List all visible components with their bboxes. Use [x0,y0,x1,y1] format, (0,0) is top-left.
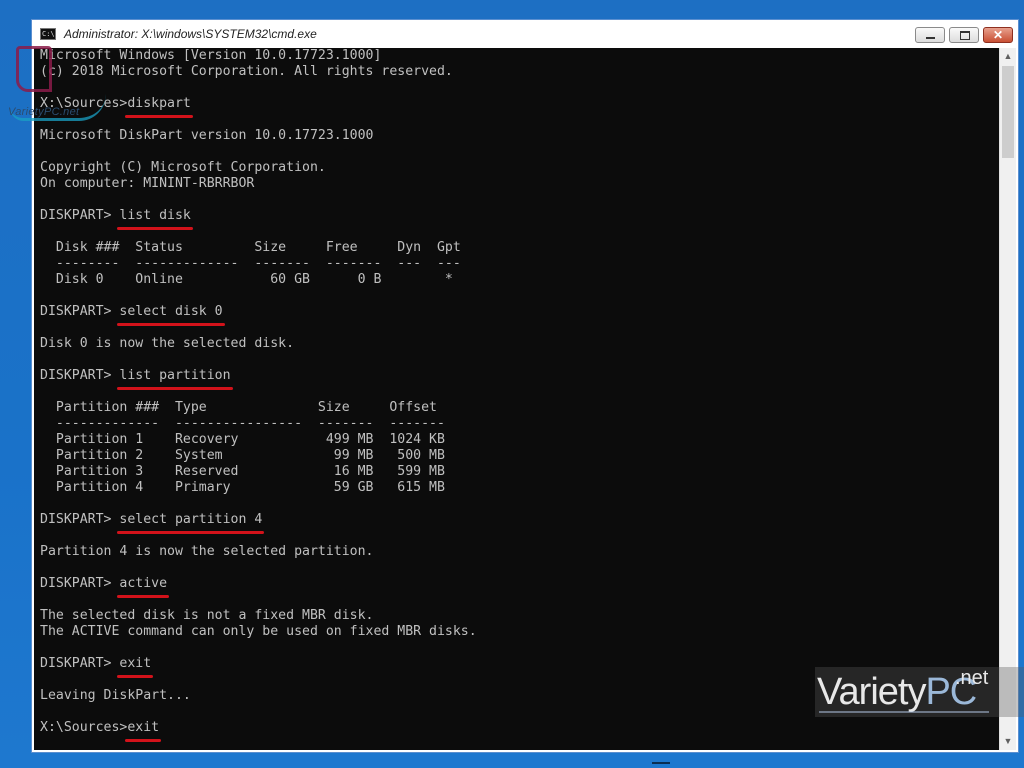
output-line: Partition 4 is now the selected partitio… [40,544,374,559]
output-line: Partition 2 System 99 MB 500 MB [40,448,445,463]
prompt-text: DISKPART> [40,512,120,527]
close-icon: ✕ [992,28,1004,42]
command-line: DISKPART> select disk 0 [40,304,477,326]
taskbar-hint [652,762,670,764]
maximize-icon [950,28,978,42]
prompt-text: DISKPART> [40,576,120,591]
terminal-output: Microsoft Windows [Version 10.0.17723.10… [40,48,477,742]
watermark-logo-bottom: VarietyPC .net [815,667,995,717]
output-line: ------------- ---------------- ------- -… [40,416,445,431]
prompt-text: DISKPART> [40,656,120,671]
output-line: Partition 3 Reserved 16 MB 599 MB [40,464,445,479]
prompt-text: X:\Sources> [40,720,128,735]
vertical-scrollbar[interactable]: ▲ ▼ [999,48,1016,750]
scroll-thumb[interactable] [1002,66,1014,158]
title-bar[interactable]: C:\ Administrator: X:\windows\SYSTEM32\c… [32,20,1018,48]
output-line: Copyright (C) Microsoft Corporation. [40,160,326,175]
command-line: DISKPART> select partition 4 [40,512,477,534]
prompt-text: DISKPART> [40,208,120,223]
highlighted-command: select partition 4 [117,512,265,534]
output-line: Disk 0 is now the selected disk. [40,336,295,351]
scroll-up-icon[interactable]: ▲ [1000,48,1016,65]
window-title: Administrator: X:\windows\SYSTEM32\cmd.e… [64,27,317,41]
minimize-icon [916,28,944,42]
output-line: Partition 1 Recovery 499 MB 1024 KB [40,432,445,447]
output-line: On computer: MININT-RBRRBOR [40,176,255,191]
watermark-net: .net [955,667,989,689]
output-line: Partition 4 Primary 59 GB 615 MB [40,480,445,495]
output-line: Disk 0 Online 60 GB 0 B * [40,272,453,287]
cmd-window[interactable]: C:\ Administrator: X:\windows\SYSTEM32\c… [31,19,1019,753]
watermark-frame-icon [16,46,52,92]
highlighted-command: diskpart [125,96,193,118]
cmd-icon[interactable]: C:\ [40,28,56,40]
output-line: Partition ### Type Size Offset [40,400,437,415]
prompt-text: DISKPART> [40,304,120,319]
output-line: The ACTIVE command can only be used on f… [40,624,477,639]
output-line: -------- ------------- ------- ------- -… [40,256,461,271]
command-line: DISKPART> exit [40,656,477,678]
command-line: DISKPART> active [40,576,477,598]
maximize-button[interactable] [949,27,979,43]
watermark-top-text: VarietyPC.net [8,106,80,118]
watermark-underline [819,711,989,713]
watermark-stripe [995,667,1024,717]
output-line: Disk ### Status Size Free Dyn Gpt [40,240,461,255]
highlighted-command: exit [125,720,161,742]
prompt-text: DISKPART> [40,368,120,383]
scroll-down-icon[interactable]: ▼ [1000,733,1016,750]
command-line: X:\Sources>exit [40,720,477,742]
highlighted-command: exit [117,656,153,678]
close-button[interactable]: ✕ [983,27,1013,43]
console-area[interactable]: Microsoft Windows [Version 10.0.17723.10… [34,48,1000,750]
output-line: The selected disk is not a fixed MBR dis… [40,608,374,623]
command-line: DISKPART> list disk [40,208,477,230]
highlighted-command: list partition [117,368,233,390]
minimize-button[interactable] [915,27,945,43]
watermark-logo-top: VarietyPC.net [8,46,108,132]
highlighted-command: select disk 0 [117,304,225,326]
highlighted-command: list disk [117,208,194,230]
watermark-variety: Variety [817,671,926,713]
command-line: DISKPART> list partition [40,368,477,390]
highlighted-command: active [117,576,169,598]
watermark-brand: VarietyPC [817,671,977,714]
output-line: Leaving DiskPart... [40,688,191,703]
